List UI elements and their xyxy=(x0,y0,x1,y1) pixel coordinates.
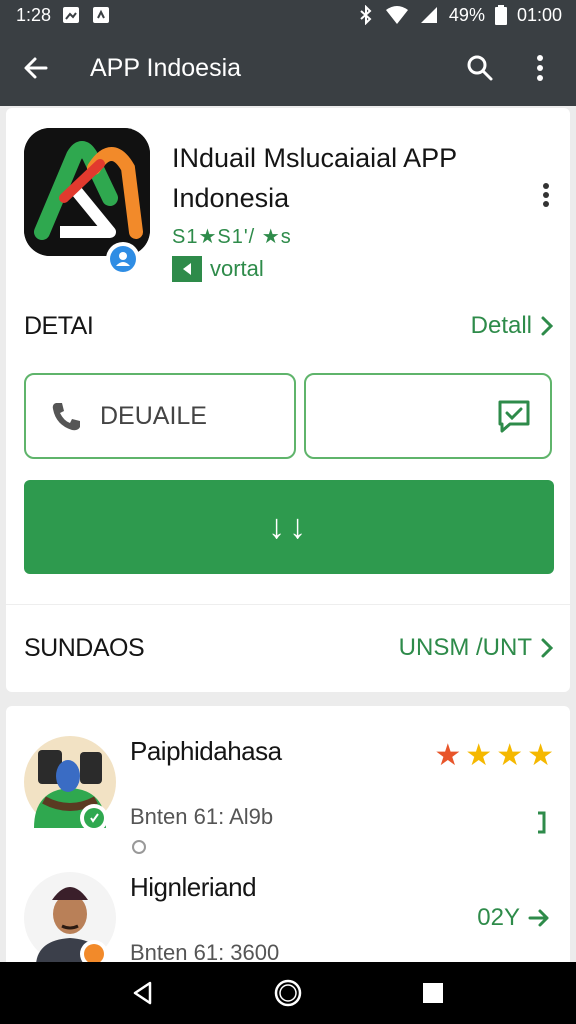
app-name: INduail Mslucaiaial APP Indonesia xyxy=(172,143,457,213)
signal-icon xyxy=(419,5,439,25)
install-button[interactable]: ↓↓ xyxy=(24,480,554,574)
divider xyxy=(6,604,570,605)
review-action-label: 02Y xyxy=(477,904,520,931)
install-button-label: ↓↓ xyxy=(268,507,310,546)
verified-badge-icon xyxy=(80,804,108,832)
chevron-right-icon xyxy=(541,638,554,658)
star-icon: ★ xyxy=(434,739,462,772)
app-bar-title: APP Indoesia xyxy=(90,53,242,82)
app-icon xyxy=(24,128,150,276)
avatar xyxy=(24,872,116,968)
verified-badge-icon xyxy=(106,242,140,276)
nav-recents-icon[interactable] xyxy=(409,969,457,1017)
more-vert-icon[interactable] xyxy=(520,48,560,88)
reviews-header: SUNDAOS UNSM /UNT xyxy=(24,628,554,668)
star-icon: ★ xyxy=(496,739,524,772)
star-rating: ★ ★ ★ ★ xyxy=(434,738,554,773)
review-item[interactable]: Paiphidahasa Bnten 61: Al9b ★ ★ ★ ★ xyxy=(24,736,554,856)
message-button[interactable] xyxy=(304,373,552,459)
tag-icon xyxy=(172,256,202,282)
nav-home-icon[interactable] xyxy=(264,969,312,1017)
app-detail-card: INduail Mslucaiaial APP Indonesia S1★S1'… xyxy=(6,108,570,692)
image-notification-icon xyxy=(61,5,81,25)
arrow-back-icon[interactable] xyxy=(16,48,56,88)
reviewer-name: Paiphidahasa xyxy=(130,736,282,766)
app-header: INduail Mslucaiaial APP Indonesia S1★S1'… xyxy=(24,128,554,282)
reviewer-name: Hignleriand xyxy=(130,872,257,902)
details-header: DETAI Detall xyxy=(24,306,554,346)
review-action[interactable] xyxy=(534,810,550,836)
details-link-label: Detall xyxy=(470,312,532,339)
status-time: 1:28 xyxy=(16,4,52,25)
review-action[interactable]: 02Y xyxy=(477,904,550,932)
reviews-card: Paiphidahasa Bnten 61: Al9b ★ ★ ★ ★ Hign… xyxy=(6,706,570,968)
battery-icon xyxy=(494,5,507,25)
search-icon[interactable] xyxy=(460,48,500,88)
chevron-right-icon xyxy=(541,316,554,336)
app-bar: APP Indoesia xyxy=(0,30,576,106)
reviews-link[interactable]: UNSM /UNT xyxy=(399,634,554,662)
reviews-link-label: UNSM /UNT xyxy=(398,634,532,661)
app-tag: vortal xyxy=(172,256,264,282)
wifi-icon xyxy=(385,5,409,25)
review-meta: Bnten 61: Al9b xyxy=(130,804,274,829)
phone-icon xyxy=(52,403,80,431)
details-title: DETAI xyxy=(24,311,94,340)
star-icon: ★ xyxy=(465,739,493,772)
battery-percent: 49% xyxy=(448,4,485,25)
app-notification-icon xyxy=(91,5,111,25)
call-button[interactable]: DEUAILE xyxy=(24,373,296,459)
arrow-right-icon xyxy=(528,909,549,927)
status-bar: 1:28 49% 01:00 xyxy=(0,0,576,30)
nav-back-icon[interactable] xyxy=(119,969,167,1017)
details-link[interactable]: Detall xyxy=(471,312,554,340)
bluetooth-icon xyxy=(357,5,375,25)
call-button-label: DEUAILE xyxy=(100,401,207,430)
message-check-icon xyxy=(498,400,530,433)
navigation-bar xyxy=(0,962,576,1024)
app-tag-label: vortal xyxy=(210,256,264,281)
more-vert-icon[interactable] xyxy=(534,180,558,210)
app-rating: S1★S1'/ ★s xyxy=(172,226,292,248)
reviews-title: SUNDAOS xyxy=(24,633,145,662)
status-clock: 01:00 xyxy=(516,4,562,25)
reply-icon xyxy=(538,811,546,834)
avatar xyxy=(24,736,116,832)
status-dot-icon xyxy=(132,840,146,854)
star-icon: ★ xyxy=(527,739,554,772)
